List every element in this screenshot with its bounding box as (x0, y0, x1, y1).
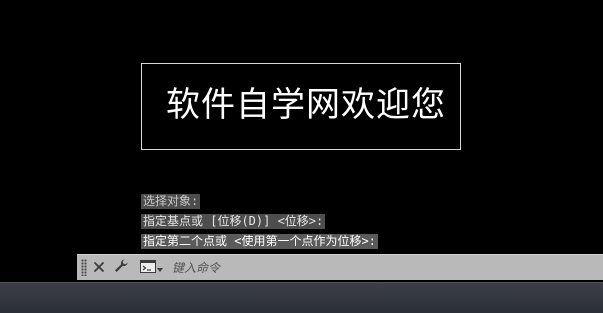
command-history-line: 指定基点或 [位移(D)] <位移>: (141, 214, 326, 229)
close-command-line-button[interactable] (90, 258, 108, 277)
drawing-canvas[interactable]: 软件自学网欢迎您 选择对象: 指定基点或 [位移(D)] <位移>: 指定第二个… (0, 0, 603, 313)
customize-button[interactable] (112, 258, 130, 277)
wrench-icon (113, 258, 129, 278)
command-line-bar (77, 254, 603, 280)
mtext-frame[interactable]: 软件自学网欢迎您 (141, 63, 461, 150)
recent-commands-button[interactable] (137, 258, 167, 277)
command-history-line: 选择对象: (141, 194, 201, 209)
mtext-label: 软件自学网欢迎您 (166, 85, 446, 125)
command-prompt-icon (140, 258, 156, 277)
chevron-down-icon (156, 258, 164, 277)
command-input[interactable] (172, 258, 592, 277)
command-history-line: 指定第二个点或 <使用第一个点作为位移>: (141, 234, 378, 249)
close-icon (93, 258, 105, 277)
status-bar (0, 282, 603, 313)
grip-handle-icon[interactable] (81, 259, 87, 276)
